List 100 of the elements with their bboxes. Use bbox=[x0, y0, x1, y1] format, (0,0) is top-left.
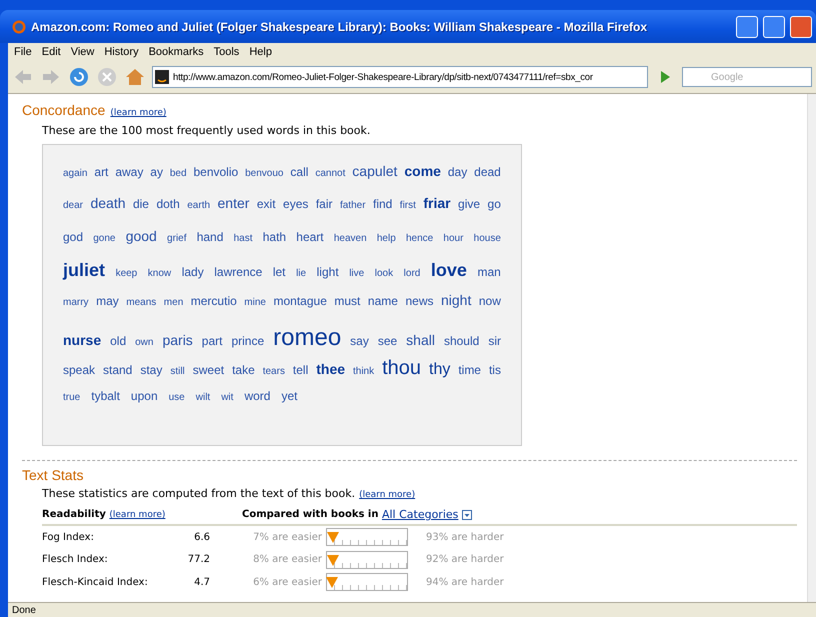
word-link[interactable]: again bbox=[63, 168, 88, 179]
word-link[interactable]: day bbox=[448, 165, 468, 179]
maximize-button[interactable] bbox=[763, 16, 785, 38]
word-link[interactable]: true bbox=[63, 392, 80, 404]
word-link[interactable]: marry bbox=[63, 297, 89, 308]
stop-icon[interactable] bbox=[96, 66, 118, 88]
word-link[interactable]: mercutio bbox=[190, 294, 237, 308]
word-link[interactable]: god bbox=[63, 230, 84, 244]
word-link[interactable]: fair bbox=[316, 197, 332, 212]
word-link[interactable]: name bbox=[368, 294, 398, 308]
word-link[interactable]: benvouo bbox=[245, 168, 284, 179]
word-link[interactable]: montague bbox=[274, 294, 327, 308]
word-link[interactable]: dear bbox=[63, 200, 84, 212]
word-link[interactable]: time bbox=[458, 362, 481, 377]
word-link[interactable]: wit bbox=[221, 392, 234, 404]
word-link[interactable]: news bbox=[405, 294, 434, 308]
word-link[interactable]: find bbox=[372, 197, 392, 212]
word-link[interactable]: thou bbox=[382, 356, 422, 380]
word-link[interactable]: live bbox=[349, 268, 364, 279]
word-link[interactable]: romeo bbox=[273, 324, 342, 352]
word-link[interactable]: must bbox=[334, 294, 360, 308]
word-link[interactable]: should bbox=[444, 334, 480, 348]
word-link[interactable]: good bbox=[126, 228, 157, 244]
minimize-button[interactable] bbox=[736, 16, 758, 38]
word-link[interactable]: tell bbox=[292, 362, 308, 377]
word-link[interactable]: tears bbox=[262, 366, 285, 377]
word-link[interactable]: bed bbox=[170, 168, 187, 179]
word-link[interactable]: man bbox=[477, 264, 501, 279]
word-link[interactable]: friar bbox=[423, 195, 451, 212]
menu-item[interactable]: History bbox=[104, 46, 145, 58]
word-link[interactable]: doth bbox=[156, 197, 180, 212]
word-link[interactable]: gone bbox=[93, 232, 116, 244]
word-link[interactable]: prince bbox=[231, 334, 264, 348]
word-link[interactable]: first bbox=[400, 200, 416, 212]
word-link[interactable]: night bbox=[441, 292, 472, 308]
word-link[interactable]: wilt bbox=[196, 392, 210, 404]
learn-more-link[interactable]: (learn more) bbox=[359, 490, 416, 500]
word-link[interactable]: exit bbox=[256, 197, 276, 212]
word-link[interactable]: see bbox=[378, 334, 398, 348]
word-link[interactable]: nurse bbox=[63, 332, 102, 348]
menu-item[interactable]: Help bbox=[249, 46, 278, 58]
word-link[interactable]: sweet bbox=[192, 362, 224, 377]
word-link[interactable]: ay bbox=[150, 165, 163, 179]
address-field[interactable]: http://www.amazon.com/Romeo-Juliet-Folger-Shakespeare-Library/dp/sitb-next/0743477111/ref=sbx_cor bbox=[152, 66, 648, 88]
word-link[interactable]: lie bbox=[296, 268, 306, 279]
word-link[interactable]: stay bbox=[140, 362, 162, 377]
word-link[interactable]: old bbox=[110, 334, 126, 348]
word-link[interactable]: heart bbox=[296, 230, 324, 244]
word-link[interactable]: benvolio bbox=[193, 165, 238, 179]
menu-item[interactable]: File bbox=[14, 46, 38, 58]
word-link[interactable]: die bbox=[132, 197, 149, 212]
word-link[interactable]: stand bbox=[103, 362, 132, 377]
menu-item[interactable]: View bbox=[70, 46, 100, 58]
word-link[interactable]: come bbox=[404, 163, 441, 179]
menu-item[interactable]: Edit bbox=[42, 46, 67, 58]
word-link[interactable]: word bbox=[244, 389, 270, 404]
word-link[interactable]: mine bbox=[244, 297, 266, 308]
word-link[interactable]: give bbox=[458, 197, 480, 212]
word-link[interactable]: art bbox=[94, 165, 108, 179]
word-link[interactable]: light bbox=[316, 264, 339, 279]
word-link[interactable]: think bbox=[353, 366, 374, 377]
word-link[interactable]: death bbox=[90, 195, 126, 212]
word-link[interactable]: hand bbox=[196, 230, 224, 244]
word-link[interactable]: upon bbox=[130, 389, 158, 404]
word-link[interactable]: own bbox=[135, 337, 154, 348]
word-link[interactable]: may bbox=[96, 294, 119, 308]
word-link[interactable]: let bbox=[272, 264, 286, 279]
word-link[interactable]: say bbox=[350, 334, 369, 348]
word-link[interactable]: use bbox=[168, 392, 185, 404]
word-link[interactable]: help bbox=[376, 232, 396, 244]
word-link[interactable]: keep bbox=[116, 268, 138, 279]
word-link[interactable]: juliet bbox=[63, 260, 106, 281]
word-link[interactable]: eyes bbox=[283, 197, 308, 212]
word-link[interactable]: still bbox=[170, 366, 185, 377]
word-link[interactable]: sir bbox=[488, 334, 501, 348]
word-link[interactable]: look bbox=[374, 268, 394, 279]
word-link[interactable]: speak bbox=[63, 362, 96, 377]
dropdown-icon[interactable] bbox=[462, 510, 472, 520]
word-link[interactable]: call bbox=[290, 165, 308, 179]
word-link[interactable]: lord bbox=[404, 268, 420, 279]
word-link[interactable]: tybalt bbox=[91, 389, 120, 404]
category-link[interactable]: All Categories bbox=[382, 508, 458, 521]
word-link[interactable]: tis bbox=[488, 362, 501, 377]
word-link[interactable]: grief bbox=[167, 232, 186, 244]
word-link[interactable]: house bbox=[474, 232, 501, 244]
learn-more-link[interactable]: (learn more) bbox=[109, 510, 166, 520]
word-link[interactable]: thy bbox=[429, 360, 450, 379]
word-link[interactable]: cannot bbox=[315, 168, 346, 179]
word-link[interactable]: earth bbox=[187, 200, 210, 212]
word-link[interactable]: go bbox=[488, 197, 501, 212]
word-link[interactable]: hence bbox=[406, 232, 434, 244]
word-link[interactable]: heaven bbox=[334, 232, 367, 244]
word-link[interactable]: take bbox=[232, 362, 255, 377]
word-link[interactable]: lady bbox=[182, 264, 204, 279]
word-link[interactable]: shall bbox=[406, 332, 435, 348]
word-link[interactable]: father bbox=[340, 200, 366, 212]
word-link[interactable]: capulet bbox=[352, 163, 398, 179]
word-link[interactable]: men bbox=[164, 297, 184, 308]
reload-icon[interactable] bbox=[68, 66, 90, 88]
word-link[interactable]: means bbox=[126, 297, 156, 308]
